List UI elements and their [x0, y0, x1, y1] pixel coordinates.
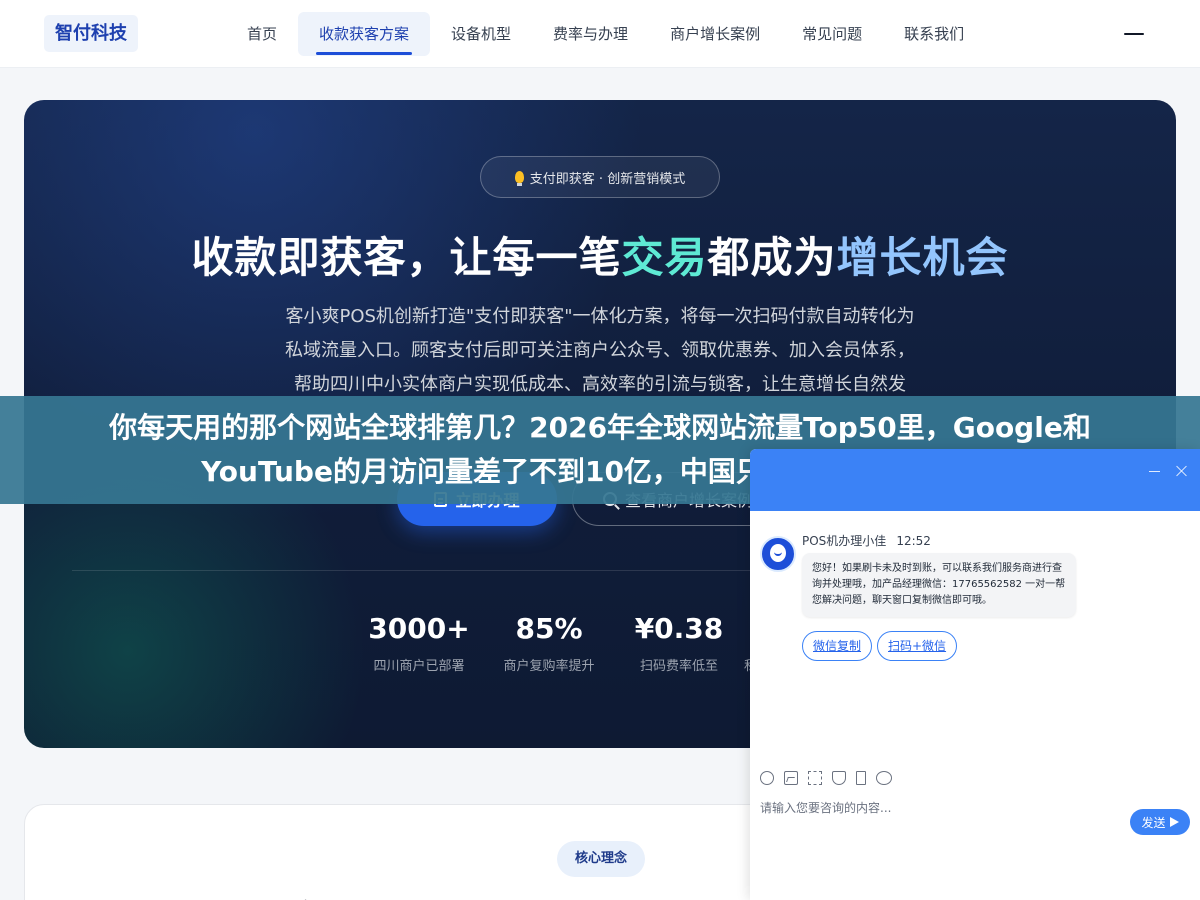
- stat-value: ¥0.38: [634, 612, 724, 645]
- nav-item-rates[interactable]: 费率与办理: [532, 12, 649, 56]
- hero-tag: 支付即获客 · 创新营销模式: [480, 156, 720, 198]
- scan-wechat-button[interactable]: 扫码+微信: [877, 631, 958, 661]
- screenshot-icon[interactable]: [808, 771, 822, 785]
- top-nav: 智付科技 首页 收款获客方案 设备机型 费率与办理 商户增长案例 常见问题 联系…: [0, 0, 1200, 68]
- stat-label: 四川商户已部署: [373, 659, 465, 674]
- evaluate-icon[interactable]: [832, 771, 846, 785]
- hero-title: 收款即获客，让每一笔交易都成为增长机会: [24, 224, 1176, 285]
- section-badge: 核心理念: [557, 841, 645, 877]
- nav-item-solutions[interactable]: 收款获客方案: [298, 12, 431, 56]
- nav-item-cases[interactable]: 商户增长案例: [649, 12, 781, 56]
- send-label: 发送: [1141, 815, 1166, 830]
- agent-avatar: [760, 536, 796, 572]
- stat-value: 3000+: [368, 612, 470, 645]
- stat-label: 扫码费率低至: [639, 659, 718, 674]
- send-icon: [1169, 817, 1179, 827]
- nav-item-home[interactable]: 首页: [226, 12, 298, 56]
- message-time: 12:52: [896, 534, 931, 548]
- hero-title-highlight-2: 增长机会: [836, 233, 1009, 282]
- hero-desc-line: 私域流量入口。顾客支付后即可关注商户公众号、领取优惠券、加入会员体系，: [285, 340, 915, 361]
- agent-meta: POS机办理小佳 12:52: [802, 532, 931, 549]
- logo[interactable]: 智付科技: [44, 15, 138, 52]
- lightbulb-icon: [514, 171, 524, 186]
- sound-icon[interactable]: [856, 771, 866, 785]
- chat-header: [750, 449, 1200, 511]
- hero-title-part2: 都成为: [707, 233, 837, 282]
- stat-label: 商户复购率提升: [503, 659, 595, 674]
- stat-item: ¥0.38 扫码费率低至: [614, 612, 744, 674]
- hero-title-part1: 收款即获客，让每一笔: [191, 233, 622, 282]
- send-button[interactable]: 发送: [1130, 809, 1190, 835]
- nav-item-devices[interactable]: 设备机型: [430, 12, 532, 56]
- stat-value: 85%: [515, 612, 583, 645]
- copy-wechat-button[interactable]: 微信复制: [802, 631, 873, 661]
- hero-description: 客小爽POS机创新打造"支付即获客"一体化方案，将每一次扫码付款自动转化为 私域…: [250, 300, 950, 402]
- stat-item: 85% 商户复购率提升: [484, 612, 614, 674]
- stat-item: 3000+ 四川商户已部署: [354, 612, 484, 674]
- agent-name: POS机办理小佳: [802, 534, 887, 548]
- chat-toolbar: [760, 771, 892, 785]
- hero-desc-line: 客小爽POS机创新打造"支付即获客"一体化方案，将每一次扫码付款自动转化为: [285, 306, 915, 327]
- section-title: 什么是"支付即获客"？: [65, 891, 366, 900]
- close-icon[interactable]: [1176, 465, 1188, 477]
- nav-item-contact[interactable]: 联系我们: [883, 12, 985, 56]
- minimize-icon[interactable]: [1149, 471, 1160, 472]
- hero-title-highlight-1: 交易: [621, 233, 708, 282]
- image-icon[interactable]: [784, 771, 798, 785]
- hero-tag-text: 支付即获客 · 创新营销模式: [529, 171, 686, 187]
- nav-menu: 首页 收款获客方案 设备机型 费率与办理 商户增长案例 常见问题 联系我们: [226, 12, 985, 56]
- wechat-icon[interactable]: [876, 771, 892, 785]
- menu-toggle-icon[interactable]: [1120, 22, 1148, 46]
- emoji-icon[interactable]: [760, 771, 774, 785]
- chat-message: 您好！如果刷卡未及时到账，可以联系我们服务商进行查询并处理哦，加产品经理微信：1…: [802, 553, 1076, 617]
- nav-item-faq[interactable]: 常见问题: [781, 12, 883, 56]
- stats-row: 3000+ 四川商户已部署 85% 商户复购率提升 ¥0.38 扫码费率低至 私: [354, 612, 784, 674]
- chat-input[interactable]: 请输入您要咨询的内容...: [760, 799, 891, 816]
- chat-widget: POS机办理小佳 12:52 您好！如果刷卡未及时到账，可以联系我们服务商进行查询…: [750, 449, 1200, 900]
